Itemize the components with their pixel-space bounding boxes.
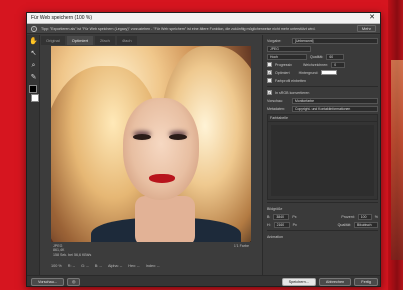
zoom-level[interactable]: 100 % [51,264,62,268]
status-b: B: -- [94,263,102,268]
preview-metadata: JPEG 861,4K 158 Sek. bei 56,6 KBit/s 1'1… [51,243,251,259]
info-message: Tipp: "Exportieren als" ist "Für Web spe… [41,26,316,31]
toggle-slices-icon[interactable] [31,94,39,102]
format-select[interactable]: JPEG [267,45,311,52]
matte-label: Hintergrund: [298,70,319,75]
width-input[interactable]: 3840 [273,213,290,220]
divider [267,230,378,231]
status-bar: 100 % R: -- G: -- B: -- Alpha: -- Hex: -… [41,261,259,270]
divider [267,86,378,87]
color-table-grid[interactable] [271,125,374,196]
toolbox: ✋ ↖ ⌕ ✎ [27,35,40,275]
tab-original[interactable]: Original [41,36,65,45]
done-button[interactable]: Fertig [354,278,378,286]
status-hex: Hex: -- [128,263,140,268]
percent-unit: % [374,214,378,219]
embed-profile-row: Farbprofil einbetten [267,77,378,84]
convert-srgb-checkbox[interactable]: ✓ [267,90,272,95]
height-label: H: [267,222,271,227]
tab-4up[interactable]: 4fach [116,36,137,45]
convert-srgb-row: ✓ In sRGB konvertieren [267,89,378,96]
metadata-select[interactable]: Copyright- und Kontaktinformationen [292,105,378,112]
metadata-row: Metadaten: Copyright- und Kontaktinforma… [267,105,378,112]
percent-input[interactable]: 100 [357,213,372,220]
progressive-row: Progressiv Weichzeichnen: 0 [267,61,378,68]
image-size-label: Bildgröße [267,206,283,211]
more-button[interactable]: Mehr [356,25,376,32]
info-icon: i [31,25,37,32]
height-input[interactable]: 2160 [273,221,290,228]
zoom-tool-icon[interactable]: ⌕ [29,61,38,70]
background-photo-edge [391,60,403,260]
width-label: B: [267,214,271,219]
portrait-photo [51,46,251,242]
save-for-web-dialog: Für Web speichern (100 %) ✕ i Tipp: "Exp… [26,12,381,287]
resample-label: Qualität: [337,222,351,227]
hand-tool-icon[interactable]: ✋ [29,37,38,46]
titlebar: Für Web speichern (100 %) ✕ [27,13,380,24]
info-bar: i Tipp: "Exportieren als" ist "Für Web s… [27,24,380,34]
save-button[interactable]: Speichern... [281,278,316,286]
optimized-checkbox[interactable]: ✓ [267,70,272,75]
meta-colors: 1'1 Farbe [233,244,249,248]
status-alpha: Alpha: -- [107,263,123,268]
browser-icon[interactable]: ◎ [67,278,81,286]
status-g: G: -- [81,263,89,268]
slice-select-icon[interactable]: ↖ [29,49,38,58]
optimized-label: Optimiert [275,70,290,75]
window-title: Für Web speichern (100 %) [31,15,93,21]
image-size-header: Bildgröße [267,205,378,212]
width-unit: Px [292,214,297,219]
view-tabs: Original Optimiert 2fach 4fach [41,36,137,45]
close-icon[interactable]: ✕ [368,13,376,23]
convert-srgb-label: In sRGB konvertieren [275,90,310,95]
color-table-label: Farbtabelle [268,115,377,122]
status-index: Index: -- [145,263,160,268]
tab-2up[interactable]: 2fach [95,36,115,45]
optimized-row: ✓ Optimiert Hintergrund: [267,69,378,76]
animation-header: Animation [267,233,378,240]
status-r: R: -- [67,263,76,268]
quality-input[interactable]: 60 [326,53,345,60]
preset-row: Vorgabe: [Unbenannt] [267,37,378,44]
progressive-checkbox[interactable] [267,62,272,67]
bottom-bar: Vorschau... ◎ Speichern... Abbrechen Fer… [27,275,380,286]
height-row: H: 2160 Px Qualität: Bikubisch [267,221,378,228]
progressive-label: Progressiv [275,62,292,67]
blur-label: Weichzeichnen: [302,62,329,67]
color-table: Farbtabelle [267,114,378,200]
embed-profile-checkbox[interactable] [267,78,272,83]
cancel-button[interactable]: Abbrechen [318,278,352,286]
eyedropper-icon[interactable]: ✎ [29,73,38,82]
animation-label: Animation [267,234,283,239]
quality-label: Qualität: [310,54,324,59]
meta-download-time: 158 Sek. bei 56,6 KBit/s [53,252,92,257]
divider [267,202,378,203]
percent-label: Prozent: [341,214,355,219]
preset-select[interactable]: [Unbenannt] [292,37,378,44]
resample-select[interactable]: Bikubisch [354,221,378,228]
background-strip [388,0,403,290]
width-row: B: 3840 Px Prozent: 100 % [267,213,378,220]
matte-color-swatch[interactable] [321,70,338,75]
quality-row: Hoch Qualität: 60 [267,53,378,60]
quality-level-select[interactable]: Hoch [267,53,307,60]
preset-label: Vorgabe: [267,38,282,43]
settings-panel: Vorgabe: [Unbenannt] JPEG Hoch Qualität:… [262,35,380,275]
metadata-label: Metadaten: [267,106,285,111]
image-preview[interactable] [51,46,251,242]
preview-button[interactable]: Vorschau... [31,278,64,286]
preview-select[interactable]: Monitorfarbe [292,97,378,104]
embed-profile-label: Farbprofil einbetten [275,78,306,83]
tab-optimized[interactable]: Optimiert [66,36,94,45]
format-row: JPEG [267,45,378,52]
eyedropper-color-swatch[interactable] [29,85,37,93]
preview-label: Vorschau: [267,98,283,103]
height-unit: Px [292,222,297,227]
preview-row: Vorschau: Monitorfarbe [267,97,378,104]
blur-input[interactable]: 0 [331,61,346,68]
